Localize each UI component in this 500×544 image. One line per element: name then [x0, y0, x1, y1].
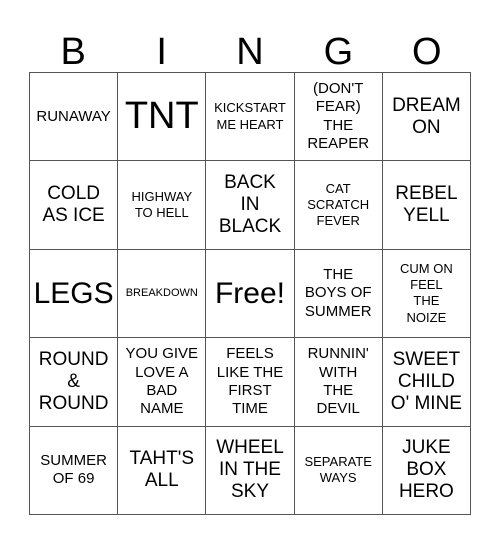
- bingo-header-letter-n: N: [206, 22, 294, 72]
- bingo-cell[interactable]: JUKE BOX HERO: [382, 426, 471, 515]
- bingo-cell[interactable]: CUM ON FEEL THE NOIZE: [382, 249, 471, 339]
- bingo-cell[interactable]: TAHT'S ALL: [118, 426, 207, 515]
- bingo-free-space-cell[interactable]: Free!: [206, 249, 295, 339]
- bingo-cell[interactable]: COLD AS ICE: [30, 161, 119, 250]
- header-letter-text: O: [412, 31, 442, 73]
- bingo-cell-label: RUNAWAY: [36, 107, 111, 125]
- bingo-cell-label: BREAKDOWN: [125, 287, 198, 300]
- bingo-cell[interactable]: CAT SCRATCH FEVER: [294, 161, 383, 250]
- bingo-cell-label: YOU GIVE LOVE A BAD NAME: [125, 345, 199, 418]
- bingo-cell[interactable]: SEPARATE WAYS: [294, 426, 383, 515]
- bingo-header-row: B I N G O: [29, 22, 471, 72]
- bingo-cell-label: LEGS: [33, 276, 114, 310]
- bingo-cell[interactable]: RUNNIN' WITH THE DEVIL: [294, 338, 383, 427]
- bingo-cell[interactable]: REBEL YELL: [382, 161, 471, 250]
- bingo-cell[interactable]: RUNAWAY: [30, 73, 119, 162]
- bingo-cell-label: DREAM ON: [392, 94, 461, 138]
- bingo-header-letter-i: I: [117, 22, 205, 72]
- bingo-cell-label: SUMMER OF 69: [40, 452, 107, 488]
- bingo-cell[interactable]: BREAKDOWN: [118, 249, 207, 339]
- bingo-header-letter-b: B: [29, 22, 117, 72]
- bingo-cell-label: SWEET CHILD O' MINE: [390, 348, 462, 414]
- bingo-cell-label: KICKSTART ME HEART: [214, 100, 286, 132]
- header-letter-text: I: [156, 31, 167, 73]
- bingo-cell-label: SEPARATE WAYS: [304, 454, 372, 486]
- bingo-cell-label: REBEL YELL: [395, 183, 458, 227]
- bingo-cell-label: ROUND & ROUND: [38, 348, 109, 414]
- bingo-cell[interactable]: KICKSTART ME HEART: [206, 73, 295, 162]
- bingo-cell[interactable]: FEELS LIKE THE FIRST TIME: [206, 338, 295, 427]
- bingo-card: B I N G O RUNAWAY TNT KICKSTART ME HEART (D…: [0, 0, 500, 544]
- bingo-cell-label: CAT SCRATCH FEVER: [307, 180, 370, 229]
- header-letter-text: N: [236, 31, 264, 73]
- bingo-cell[interactable]: WHEEL IN THE SKY: [206, 426, 295, 515]
- bingo-cell[interactable]: BACK IN BLACK: [206, 161, 295, 250]
- bingo-cell-label: CUM ON FEEL THE NOIZE: [400, 260, 453, 325]
- bingo-cell[interactable]: LEGS: [30, 249, 119, 339]
- bingo-cell-label: BACK IN BLACK: [218, 172, 282, 238]
- bingo-cell-label: TNT: [124, 94, 199, 137]
- bingo-grid: RUNAWAY TNT KICKSTART ME HEART (DON'T FEAR)…: [29, 72, 471, 515]
- bingo-cell-label: HIGHWAY TO HELL: [131, 188, 193, 221]
- bingo-cell-label: RUNNIN' WITH THE DEVIL: [307, 345, 369, 418]
- bingo-free-space-label: Free!: [214, 276, 285, 310]
- bingo-cell-label: (DON'T FEAR) THE REAPER: [307, 80, 370, 152]
- bingo-cell[interactable]: THE BOYS OF SUMMER: [294, 249, 383, 339]
- bingo-cell[interactable]: SWEET CHILD O' MINE: [382, 338, 471, 427]
- bingo-header-letter-o: O: [383, 22, 471, 72]
- bingo-cell-label: COLD AS ICE: [42, 183, 105, 227]
- bingo-cell[interactable]: ROUND & ROUND: [30, 338, 119, 427]
- bingo-cell[interactable]: YOU GIVE LOVE A BAD NAME: [118, 338, 207, 427]
- bingo-cell-label: FEELS LIKE THE FIRST TIME: [216, 345, 284, 418]
- bingo-cell[interactable]: (DON'T FEAR) THE REAPER: [294, 73, 383, 162]
- bingo-header-letter-g: G: [294, 22, 382, 72]
- bingo-cell-label: THE BOYS OF SUMMER: [304, 266, 372, 320]
- bingo-cell-label: JUKE BOX HERO: [398, 437, 454, 503]
- bingo-cell-label: TAHT'S ALL: [129, 448, 195, 492]
- header-letter-text: B: [60, 31, 86, 73]
- bingo-cell[interactable]: HIGHWAY TO HELL: [118, 161, 207, 250]
- bingo-cell[interactable]: SUMMER OF 69: [30, 426, 119, 515]
- bingo-cell[interactable]: TNT: [118, 73, 207, 162]
- bingo-cell[interactable]: DREAM ON: [382, 73, 471, 162]
- bingo-cell-label: WHEEL IN THE SKY: [216, 437, 284, 503]
- header-letter-text: G: [323, 31, 354, 73]
